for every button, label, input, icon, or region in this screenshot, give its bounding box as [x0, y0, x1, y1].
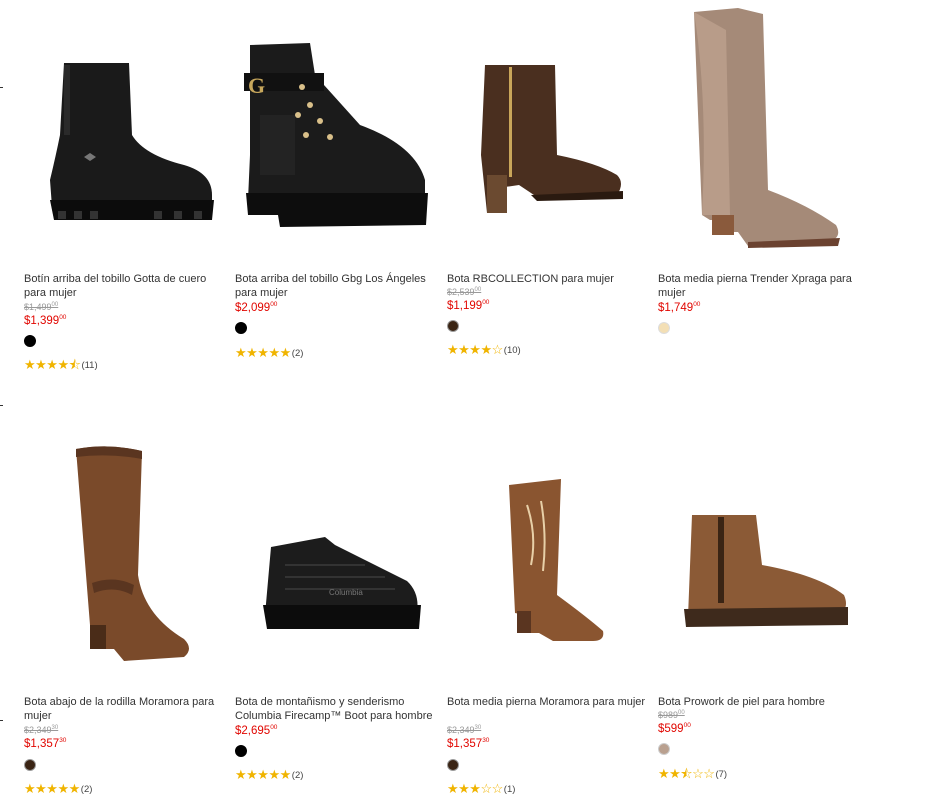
sale-price: $1,74900 [658, 301, 701, 314]
product-title[interactable]: Bota de montañismo y senderismo Columbia… [235, 695, 435, 723]
rating-stars: ★★★★★(2) [235, 345, 304, 360]
original-price: $2,53900 [447, 287, 482, 297]
rating-stars: ★★★★☆(10) [447, 342, 521, 357]
product-image[interactable]: G [235, 0, 435, 250]
rating-stars: ★★⯪☆☆(7) [658, 766, 728, 781]
review-count: (2) [291, 770, 304, 781]
review-count: (10) [503, 345, 521, 356]
original-price: $2,34930 [447, 725, 482, 735]
product-title[interactable]: Bota media pierna Moramora para mujer [447, 695, 647, 709]
color-swatch[interactable] [235, 745, 247, 757]
black-combat-boot-image: G [244, 43, 428, 227]
brown-heeled-ankle-boot-image [481, 65, 623, 213]
product-image[interactable] [24, 420, 224, 670]
svg-text:Columbia: Columbia [329, 588, 363, 597]
product-image[interactable] [24, 0, 224, 250]
rating-stars: ★★★★★(2) [24, 781, 93, 796]
product-image[interactable] [447, 420, 647, 670]
review-count: (7) [715, 769, 728, 780]
sale-price: $59900 [658, 722, 691, 735]
product-title[interactable]: Bota arriba del tobillo Gbg Los Ángeles … [235, 272, 435, 300]
sale-price: $2,69500 [235, 724, 278, 737]
review-count: (2) [80, 784, 93, 795]
sale-price: $1,19900 [447, 299, 490, 312]
original-price: $2,34930 [24, 725, 59, 735]
svg-text:G: G [248, 73, 265, 98]
sale-price: $2,09900 [235, 301, 278, 314]
original-price: $98900 [658, 710, 685, 720]
taupe-suede-boot-image [694, 8, 840, 248]
color-swatch[interactable] [24, 335, 36, 347]
color-swatch[interactable] [235, 322, 247, 334]
product-title[interactable]: Botín arriba del tobillo Gotta de cuero … [24, 272, 224, 300]
original-price: $1,49900 [24, 302, 59, 312]
product-title[interactable]: Bota abajo de la rodilla Moramora para m… [24, 695, 224, 723]
product-grid: Botín arriba del tobillo Gotta de cuero … [0, 0, 935, 805]
review-count: (1) [503, 784, 516, 795]
product-image[interactable] [658, 420, 858, 670]
rating-stars: ★★★★⯪(11) [24, 357, 98, 372]
sale-price: $1,35730 [447, 737, 490, 750]
product-title[interactable]: Bota Prowork de piel para hombre [658, 695, 858, 709]
color-swatch[interactable] [447, 759, 459, 771]
brown-knee-boot-image [76, 446, 189, 661]
edge-marker [0, 405, 3, 406]
color-swatch[interactable] [658, 743, 670, 755]
product-title[interactable]: Bota media pierna Trender Xpraga para mu… [658, 272, 858, 300]
edge-marker [0, 87, 3, 88]
review-count: (11) [81, 360, 98, 371]
review-count: (2) [291, 348, 304, 359]
rating-stars: ★★★☆☆(1) [447, 781, 516, 796]
product-image[interactable] [658, 0, 858, 250]
brown-western-boot-image [509, 479, 604, 641]
color-swatch[interactable] [24, 759, 36, 771]
product-image[interactable] [447, 0, 647, 250]
sale-price: $1,39900 [24, 314, 67, 327]
rating-stars: ★★★★★(2) [235, 767, 304, 782]
sale-price: $1,35730 [24, 737, 67, 750]
color-swatch[interactable] [447, 320, 459, 332]
black-chunky-ankle-boot-image [50, 63, 214, 220]
color-swatch[interactable] [658, 322, 670, 334]
product-title[interactable]: Bota RBCOLLECTION para mujer [447, 272, 647, 286]
brown-chelsea-boot-image [684, 515, 848, 627]
black-hiking-boot-image: Columbia [263, 537, 421, 629]
edge-marker [0, 720, 3, 721]
product-image[interactable]: Columbia [235, 420, 435, 670]
